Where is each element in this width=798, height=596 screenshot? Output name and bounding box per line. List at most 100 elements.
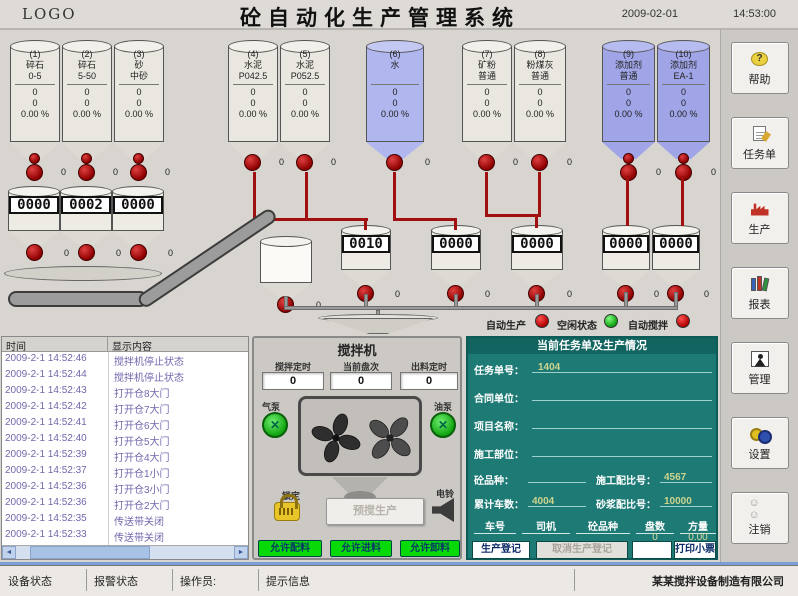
log-row[interactable]: 2009-2-1 14:52:42打开仓7大门 — [2, 400, 248, 416]
log-message: 打开仓5大门 — [108, 432, 176, 448]
premix-production-button[interactable]: 预搅生产 — [326, 498, 424, 525]
log-row[interactable]: 2009-2-1 14:52:44搅拌机停止状态 — [2, 368, 248, 384]
log-row[interactable]: 2009-2-1 14:52:37打开仓1小门 — [2, 464, 248, 480]
scale-valve[interactable] — [130, 244, 147, 261]
silo-gate-valve[interactable] — [623, 153, 634, 164]
operator-label: 操作员: — [180, 573, 216, 589]
silo-discharge-valve[interactable] — [78, 164, 95, 181]
silo-value-1: 0 — [658, 87, 709, 98]
sidebar-button-label: 注销 — [749, 521, 771, 537]
silo-discharge-valve[interactable] — [244, 154, 261, 171]
aggregate-scale-1: 00000 — [8, 186, 60, 264]
silo-gate-valve[interactable] — [678, 153, 689, 164]
task-pair-left-label-1: 砼品种： — [474, 472, 514, 487]
log-row[interactable]: 2009-2-1 14:52:33传送带关闭 — [2, 528, 248, 544]
valve-value: 0 — [711, 167, 716, 177]
silo-value-2: 0 — [658, 98, 709, 109]
silo-5: (5)水泥P052.5000.00 %0 — [280, 40, 330, 192]
scale-display: 0010 — [342, 235, 390, 253]
log-row[interactable]: 2009-2-1 14:52:39打开仓4大门 — [2, 448, 248, 464]
scale-display: 0000 — [432, 235, 480, 253]
silo-body: (6)水 000.00 % — [366, 46, 424, 142]
allow-button-1[interactable]: 允许配料 — [258, 540, 322, 557]
bell-speaker-icon[interactable] — [432, 498, 454, 522]
log-row[interactable]: 2009-2-1 14:52:36打开仓2大门 — [2, 496, 248, 512]
settings-icon — [749, 425, 771, 443]
log-time: 2009-2-1 14:52:43 — [2, 384, 108, 400]
log-time: 2009-2-1 14:52:37 — [2, 464, 108, 480]
silo-material: 矿粉 — [463, 60, 511, 71]
silo-10: (10)添加剂EA-1000.00 %0 — [657, 40, 710, 192]
sidebar-button-label: 帮助 — [749, 71, 771, 87]
silo-value-2: 0 — [281, 98, 329, 109]
log-row[interactable]: 2009-2-1 14:52:35传送带关闭 — [2, 512, 248, 528]
sidebar-button-5[interactable]: 管理 — [731, 342, 789, 394]
log-time: 2009-2-1 14:52:40 — [2, 432, 108, 448]
log-col-content: 显示内容 — [108, 337, 156, 351]
silo-value-1: 0 — [115, 87, 163, 98]
task-table-header-2: 司机 — [522, 518, 570, 534]
silo-discharge-valve[interactable] — [386, 154, 403, 171]
silo-discharge-valve[interactable] — [130, 164, 147, 181]
silo-1: (1)碎石0-5000.00 %0 — [10, 40, 60, 192]
silo-body: (1)碎石0-5000.00 % — [10, 46, 60, 142]
sidebar-button-4[interactable]: 报表 — [731, 267, 789, 319]
page-title: 砼自动化生产管理系统 — [180, 2, 580, 32]
silo-8: (8)粉煤灰普通000.00 %0 — [514, 40, 566, 192]
task-field-label-4: 施工部位： — [474, 446, 524, 461]
scroll-thumb[interactable] — [30, 546, 150, 559]
sidebar-button-1[interactable]: ?帮助 — [731, 42, 789, 94]
allow-button-3[interactable]: 允许卸料 — [400, 540, 460, 557]
silo-material: 添加剂 — [603, 60, 654, 71]
log-row[interactable]: 2009-2-1 14:52:41打开仓6大门 — [2, 416, 248, 432]
red-pipe — [535, 216, 538, 228]
silo-percent: 0.00 % — [229, 109, 277, 120]
print-ticket-button[interactable]: 打印小票 — [674, 541, 716, 559]
silo-discharge-valve[interactable] — [478, 154, 495, 171]
silo-body: (7)矿粉普通000.00 % — [462, 46, 512, 142]
scale-display: 0000 — [113, 196, 163, 214]
sidebar-button-6[interactable]: 设置 — [731, 417, 789, 469]
scale-valve[interactable] — [26, 244, 43, 261]
silo-value-2: 0 — [63, 98, 111, 109]
silo-value-1: 0 — [463, 87, 511, 98]
scroll-left-arrow-icon[interactable]: ◄ — [2, 546, 16, 559]
silo-gate-valve[interactable] — [81, 153, 92, 164]
log-row[interactable]: 2009-2-1 14:52:43打开仓8大门 — [2, 384, 248, 400]
log-row[interactable]: 2009-2-1 14:52:36打开仓3小门 — [2, 480, 248, 496]
silo-value-2: 0 — [367, 98, 423, 109]
blank-input[interactable] — [632, 541, 672, 559]
silo-percent: 0.00 % — [281, 109, 329, 120]
silo-discharge-valve[interactable] — [531, 154, 548, 171]
sidebar-button-2[interactable]: 任务单 — [731, 117, 789, 169]
scale-valve[interactable] — [78, 244, 95, 261]
sidebar-button-3[interactable]: 生产 — [731, 192, 789, 244]
silo-spec: P042.5 — [229, 71, 277, 82]
log-body: 2009-2-1 14:52:46搅拌机停止状态2009-2-1 14:52:4… — [2, 352, 248, 545]
task-field-value-1: 1404 — [538, 362, 560, 373]
allow-button-2[interactable]: 允许进料 — [330, 540, 392, 557]
silo-number: (4) — [229, 49, 277, 60]
silo-gate-valve[interactable] — [133, 153, 144, 164]
air-pump-label: 气泵 — [262, 400, 280, 413]
silo-discharge-valve[interactable] — [296, 154, 313, 171]
log-scrollbar[interactable]: ◄ ► — [2, 545, 248, 559]
production-register-button[interactable]: 生产登记 — [472, 541, 530, 559]
log-message: 打开仓1小门 — [108, 464, 176, 480]
sidebar-button-label: 设置 — [749, 446, 771, 462]
bell-label: 电铃 — [432, 487, 458, 500]
silo-gate-valve[interactable] — [29, 153, 40, 164]
cancel-register-button[interactable]: 取消生产登记 — [536, 541, 628, 559]
silo-discharge-valve[interactable] — [26, 164, 43, 181]
silo-spec: 普通 — [463, 71, 511, 82]
scroll-right-arrow-icon[interactable]: ► — [234, 546, 248, 559]
silo-value-2: 0 — [603, 98, 654, 109]
silo-number: (6) — [367, 49, 423, 60]
log-row[interactable]: 2009-2-1 14:52:46搅拌机停止状态 — [2, 352, 248, 368]
silo-spec: 0-5 — [11, 71, 59, 82]
silo-number: (10) — [658, 49, 709, 60]
sidebar-button-7[interactable]: ☺☺注销 — [731, 492, 789, 544]
lock-icon[interactable] — [274, 502, 300, 521]
log-row[interactable]: 2009-2-1 14:52:40打开仓5大门 — [2, 432, 248, 448]
valve-value: 0 — [331, 157, 336, 167]
